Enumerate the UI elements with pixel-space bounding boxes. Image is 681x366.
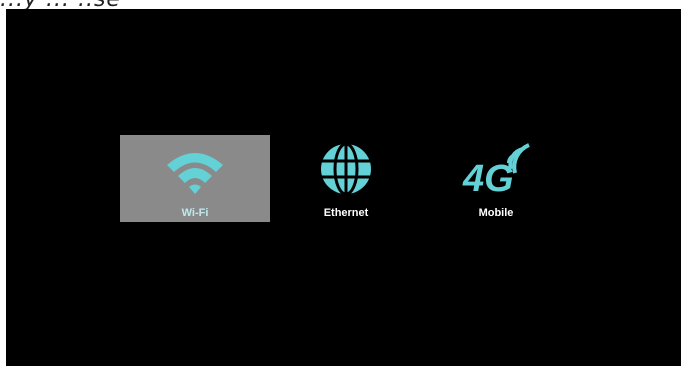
wifi-icon (167, 153, 223, 194)
option-label-ethernet: Ethernet (323, 207, 369, 219)
svg-text:4G: 4G (462, 158, 514, 197)
option-label-wifi: Wi-Fi (181, 207, 209, 219)
network-selection-screen: Wi-Fi Ethernet 4G Mobile (6, 9, 681, 366)
4g-icon: 4G (462, 143, 530, 197)
option-label-mobile: Mobile (478, 207, 514, 219)
globe-icon (321, 142, 371, 196)
option-ethernet[interactable]: Ethernet (271, 135, 421, 222)
option-wifi[interactable]: Wi-Fi (120, 135, 270, 222)
option-mobile[interactable]: 4G Mobile (421, 135, 571, 222)
